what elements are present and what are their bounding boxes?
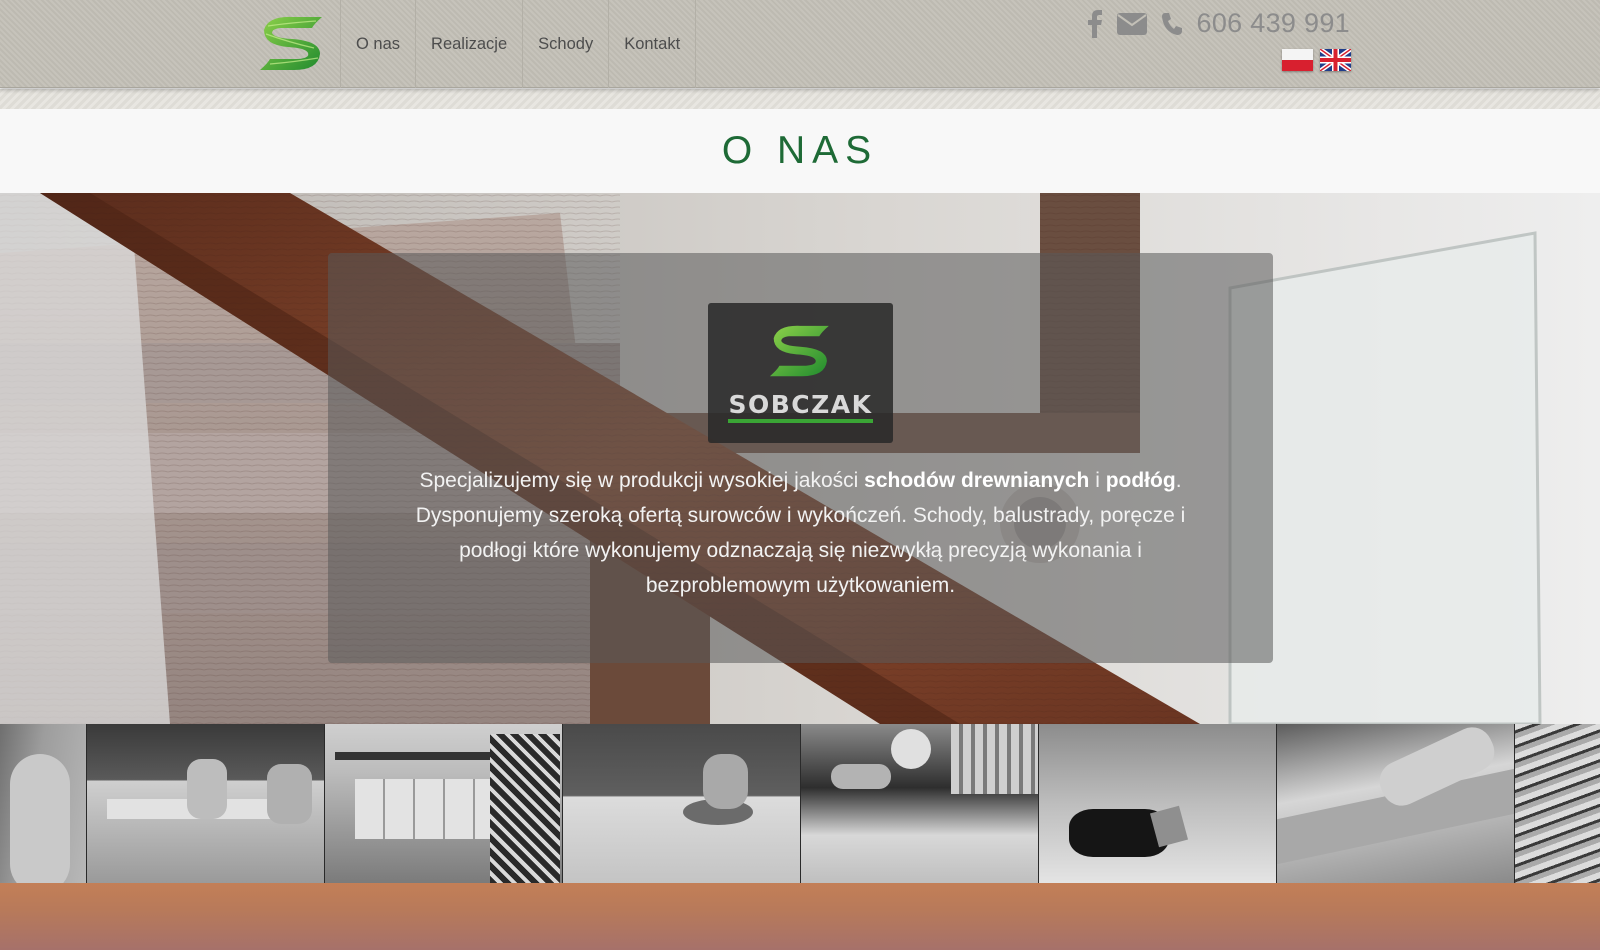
contact-bar: 606 439 991 — [1087, 8, 1350, 39]
gallery-thumb-6[interactable] — [1039, 724, 1277, 883]
phone-number[interactable]: 606 439 991 — [1197, 8, 1350, 39]
gallery-thumb-1[interactable] — [0, 724, 87, 883]
highlight-podlogi: podłóg — [1105, 469, 1176, 492]
next-section-background — [0, 883, 1600, 950]
gallery-thumb-7[interactable] — [1277, 724, 1515, 883]
gallery-thumb-3[interactable] — [325, 724, 563, 883]
envelope-icon[interactable] — [1116, 12, 1147, 35]
language-switcher — [1282, 49, 1351, 71]
nav-item-schody[interactable]: Schody — [522, 0, 608, 88]
nav-item-realizacje[interactable]: Realizacje — [415, 0, 522, 88]
flag-pl-icon[interactable] — [1282, 49, 1313, 71]
highlight-schody: schodów drewnianych — [864, 469, 1090, 492]
nav-item-o-nas[interactable]: O nas — [340, 0, 415, 88]
facebook-icon[interactable] — [1087, 9, 1103, 38]
phone-icon[interactable] — [1161, 12, 1183, 36]
main-nav: O nas Realizacje Schody Kontakt — [340, 0, 697, 88]
flag-uk-icon[interactable] — [1320, 49, 1351, 71]
brand-logo: SOBCZAK — [708, 303, 893, 443]
workshop-gallery — [0, 724, 1600, 883]
sobczak-logo-icon: SOBCZAK — [728, 325, 873, 423]
svg-text:SOBCZAK: SOBCZAK — [728, 390, 872, 419]
title-band: O NAS — [0, 109, 1600, 193]
gallery-thumb-5[interactable] — [801, 724, 1039, 883]
gallery-thumb-4[interactable] — [563, 724, 801, 883]
nav-item-kontakt[interactable]: Kontakt — [608, 0, 697, 88]
header-divider — [0, 89, 1600, 109]
gallery-thumb-8[interactable] — [1515, 724, 1600, 883]
gallery-thumb-2[interactable] — [87, 724, 325, 883]
logo-icon[interactable] — [258, 14, 326, 72]
site-header: O nas Realizacje Schody Kontakt 606 439 … — [0, 0, 1600, 88]
hero-section: SOBCZAK Specjalizujemy się w produkcji w… — [0, 193, 1600, 724]
about-description: Specjalizujemy się w produkcji wysokiej … — [415, 469, 1186, 597]
about-panel: SOBCZAK Specjalizujemy się w produkcji w… — [328, 253, 1273, 663]
page-title: O NAS — [721, 129, 879, 172]
